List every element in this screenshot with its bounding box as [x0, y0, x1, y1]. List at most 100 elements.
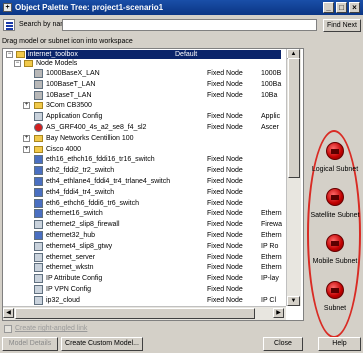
- tree-row-type: Fixed Node: [207, 286, 243, 293]
- tree-row-type: Fixed Node: [207, 242, 243, 250]
- tree-row[interactable]: eth6_ethch6_fddi6_tr6_switch Fixed Node: [3, 198, 286, 208]
- right-angled-link-label: Create right-angled link: [15, 325, 88, 332]
- model-details-button[interactable]: Model Details: [2, 337, 58, 351]
- window-icon: +: [3, 3, 12, 12]
- subnet-icon[interactable]: [326, 281, 344, 299]
- tree-row-label: eth4_fddi4_tr4_switch: [46, 188, 115, 196]
- expand-toggle-icon[interactable]: +: [23, 102, 30, 110]
- tree-row-type: Fixed Node: [207, 80, 243, 88]
- tree-row[interactable]: IP Attribute Config Fixed Node IP-lay: [3, 274, 286, 284]
- create-custom-model-button[interactable]: Create Custom Model...: [61, 337, 143, 351]
- right-angled-link-checkbox[interactable]: [4, 325, 12, 333]
- tree-row[interactable]: 100BaseT_LAN Fixed Node 100Ba: [3, 79, 286, 89]
- subnet-label: Mobile Subnet: [312, 258, 358, 265]
- tree-row-label: ethernet_server: [46, 253, 96, 261]
- tree-row-type: Fixed Node: [207, 188, 243, 196]
- tree-group-label: Node Models: [36, 60, 78, 67]
- folder-icon: [34, 102, 43, 110]
- mobile-subnet-icon[interactable]: [326, 234, 344, 252]
- horizontal-scroll-thumb[interactable]: [15, 308, 255, 319]
- tree-row[interactable]: + Bay Networks Centillion 100: [3, 134, 286, 143]
- tree-row-label: Cisco 4000: [46, 145, 82, 153]
- collapse-toggle-icon[interactable]: −: [14, 60, 21, 67]
- vertical-scroll-thumb[interactable]: [288, 58, 300, 178]
- tree-row-type: Fixed Node: [207, 124, 243, 131]
- horizontal-scrollbar[interactable]: ◀ ▶: [3, 306, 286, 320]
- tree-row-label: eth16_ethch16_fddi16_tr16_switch: [46, 156, 155, 164]
- switch-icon: [34, 187, 43, 197]
- palette-tree[interactable]: − internet_toolbox Default − Node Models…: [2, 48, 304, 321]
- subnet-label: Satellite Subnet: [310, 212, 360, 219]
- tree-row[interactable]: eth16_ethch16_fddi16_tr16_switch Fixed No…: [3, 155, 286, 165]
- tree-row-description: IP Cl: [261, 296, 277, 304]
- tree-row-description: 1000B: [261, 70, 282, 77]
- expand-toggle-icon[interactable]: +: [23, 145, 30, 153]
- tree-row-type: Fixed Node: [207, 232, 243, 239]
- tree-row[interactable]: IP VPN Config Fixed Node: [3, 285, 286, 294]
- tree-row-label: eth6_ethch6_fddi6_tr6_switch: [46, 199, 140, 207]
- tree-row[interactable]: AS_GRF400_4s_a2_se8_f4_sl2 Fixed Node Asce…: [3, 123, 286, 132]
- tree-row[interactable]: eth4_ethlane4_fddi4_tr4_trlane4_switch Fi…: [3, 177, 286, 186]
- close-button[interactable]: Close: [263, 337, 303, 351]
- tree-row[interactable]: ethernet2_slip8_firewall Fixed Node Firewa: [3, 220, 286, 230]
- tree-row[interactable]: ethernet_server Fixed Node Ethern: [3, 252, 286, 262]
- tree-row-description: IP Ro: [261, 242, 279, 250]
- tree-row-label: Application Config: [46, 113, 103, 121]
- tree-row-type: Fixed Node: [207, 210, 243, 218]
- logical-subnet-icon[interactable]: [326, 142, 344, 160]
- tree-row[interactable]: ethernet4_slip8_gtwy Fixed Node IP Ro: [3, 241, 286, 251]
- tree-row-label: ethernet32_hub: [46, 232, 96, 239]
- switch-icon: [34, 155, 43, 165]
- server-icon: [34, 252, 43, 262]
- collapse-toggle-icon[interactable]: −: [6, 51, 13, 58]
- tree-row-label: ethernet_wkstn: [46, 264, 94, 272]
- maximize-button[interactable]: □: [336, 2, 347, 13]
- tree-row-label: eth2_fddi2_tr2_switch: [46, 167, 115, 175]
- gateway-icon: [34, 241, 43, 251]
- tree-row[interactable]: Application Config Fixed Node Applic: [3, 112, 286, 122]
- tree-row-type: Fixed Node: [207, 178, 243, 185]
- tree-row-label: ip32_cloud: [46, 296, 80, 304]
- tree-row[interactable]: ip32_cloud Fixed Node IP Cl: [3, 295, 286, 305]
- drag-hint: Drag model or subnet icon into workspace: [2, 38, 133, 45]
- tree-row-label: eth4_ethlane4_fddi4_tr4_trlane4_switch: [46, 178, 171, 185]
- tree-row-type: Fixed Node: [207, 296, 243, 304]
- switch-icon: [34, 198, 43, 208]
- tree-row-label: IP VPN Config: [46, 286, 92, 293]
- help-button[interactable]: Help: [318, 337, 361, 351]
- scroll-right-icon[interactable]: ▶: [273, 308, 284, 318]
- tree-row-description: Ethern: [261, 253, 282, 261]
- scroll-down-icon[interactable]: ▼: [287, 296, 300, 306]
- switch-icon: [34, 177, 43, 186]
- find-next-button[interactable]: Find Next: [323, 19, 361, 32]
- minimize-button[interactable]: _: [323, 2, 334, 13]
- lan-icon: [34, 69, 43, 78]
- tree-group-row[interactable]: − Node Models: [3, 59, 286, 68]
- scroll-left-icon[interactable]: ◀: [3, 308, 14, 318]
- tree-row[interactable]: ethernet16_switch Fixed Node Ethern: [3, 209, 286, 219]
- tree-row[interactable]: +3Com CB3500: [3, 101, 286, 110]
- tree-row[interactable]: eth4_fddi4_tr4_switch Fixed Node: [3, 187, 286, 197]
- folder-icon: [16, 51, 25, 58]
- search-icon: [3, 19, 15, 31]
- tree-row[interactable]: ethernet_wkstn Fixed Node Ethern: [3, 263, 286, 273]
- tree-row-description: IP-lay: [261, 275, 279, 283]
- tree-row-label: 10BaseT_LAN: [46, 91, 92, 99]
- tree-row[interactable]: eth2_fddi2_tr2_switch Fixed Node: [3, 166, 286, 176]
- tree-row-description: Ethern: [261, 264, 282, 272]
- tree-row-label: 1000BaseX_LAN: [46, 70, 100, 77]
- tree-root-row[interactable]: − internet_toolbox Default: [3, 50, 286, 59]
- close-window-button[interactable]: ×: [349, 2, 360, 13]
- search-input[interactable]: [62, 19, 317, 31]
- tree-row[interactable]: + Cisco 4000: [3, 145, 286, 154]
- tree-row-label: AS_GRF400_4s_a2_se8_f4_sl2: [46, 124, 147, 131]
- tree-row[interactable]: ethernet32_hub Fixed Node Ethern: [3, 231, 286, 240]
- search-row: Search by name: Find Next: [0, 17, 363, 33]
- tree-row[interactable]: 1000BaseX_LAN Fixed Node 1000B: [3, 69, 286, 78]
- expand-toggle-icon[interactable]: +: [23, 134, 30, 142]
- tree-row[interactable]: 10BaseT_LAN Fixed Node 10Ba: [3, 90, 286, 100]
- tree-row-type: Fixed Node: [207, 253, 243, 261]
- satellite-subnet-icon[interactable]: [326, 188, 344, 206]
- vertical-scrollbar[interactable]: ▲ ▼: [286, 49, 301, 306]
- tree-row-label: 100BaseT_LAN: [46, 80, 96, 88]
